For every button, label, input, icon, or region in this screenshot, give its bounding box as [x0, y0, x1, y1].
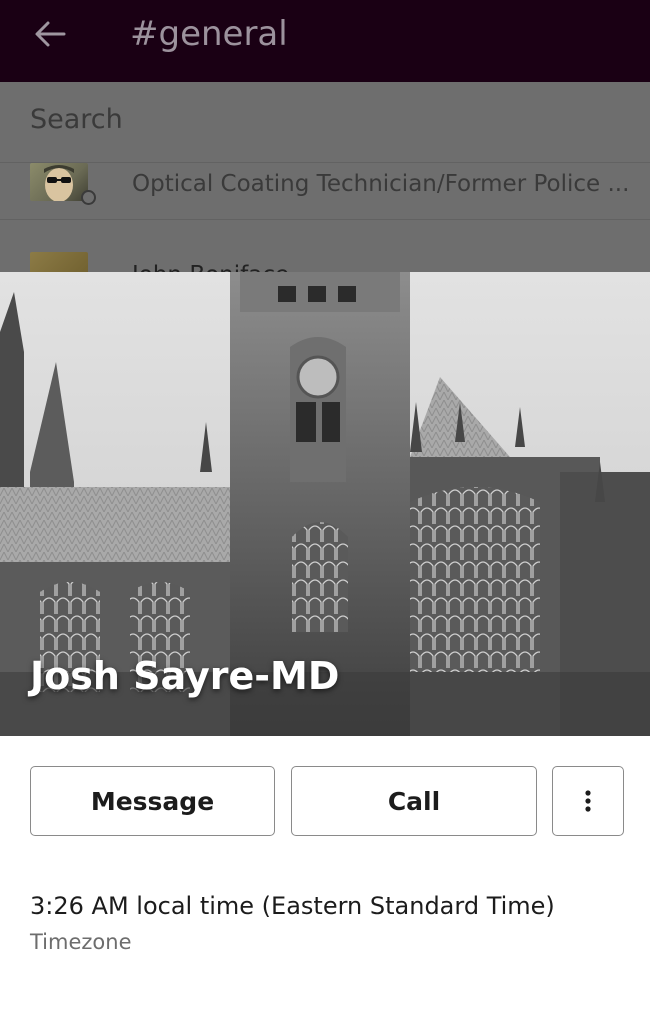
offline-status-icon: [81, 190, 96, 205]
message-button[interactable]: Message: [30, 766, 275, 836]
list-item[interactable]: John Boniface: [0, 242, 650, 272]
cover-photo: Josh Sayre-MD: [0, 272, 650, 736]
member-list: Search Optical Coating Technician/Former…: [0, 82, 650, 272]
avatar: [30, 252, 88, 272]
timezone-label: Timezone: [30, 930, 132, 954]
channel-title: #general: [130, 14, 288, 54]
more-vertical-icon: [585, 790, 591, 812]
profile-name: Josh Sayre-MD: [30, 654, 340, 698]
member-name: John Boniface: [132, 262, 289, 272]
more-options-button[interactable]: [552, 766, 624, 836]
arrow-left-icon: [35, 21, 66, 47]
local-time: 3:26 AM local time (Eastern Standard Tim…: [30, 892, 555, 920]
search-field[interactable]: Search: [0, 82, 650, 163]
list-item[interactable]: Optical Coating Technician/Former Police…: [0, 163, 650, 220]
member-name: Optical Coating Technician/Former Police…: [132, 171, 630, 197]
search-placeholder: Search: [30, 104, 123, 135]
call-button[interactable]: Call: [291, 766, 537, 836]
back-button[interactable]: [30, 14, 70, 54]
profile-actions: Message Call: [0, 766, 650, 838]
top-bar: #general: [0, 0, 650, 82]
profile-sheet: Josh Sayre-MD Message Call 3:26 AM local…: [0, 272, 650, 1024]
avatar: [30, 163, 88, 201]
